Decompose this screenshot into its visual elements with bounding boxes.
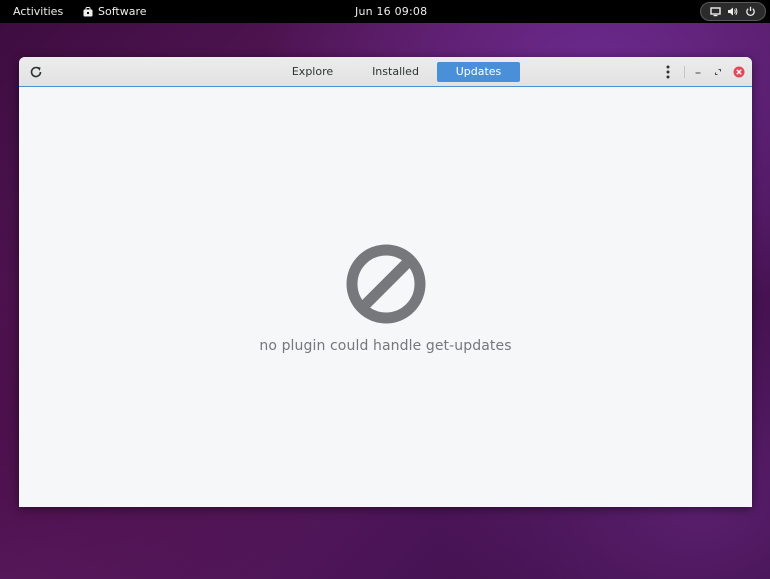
screen-icon — [710, 7, 721, 17]
updates-page: no plugin could handle get-updates — [19, 87, 752, 507]
maximize-icon[interactable] — [712, 66, 724, 78]
app-menu-label: Software — [98, 5, 147, 18]
refresh-icon[interactable] — [29, 65, 43, 79]
tab-updates[interactable]: Updates — [437, 62, 520, 82]
blocked-icon — [346, 244, 426, 324]
view-switcher: Explore Installed Updates — [271, 62, 520, 82]
power-icon — [745, 6, 755, 17]
header-separator — [684, 66, 685, 78]
top-bar: Activities Software Jun 16 09:08 — [0, 0, 770, 23]
activities-button[interactable]: Activities — [13, 5, 63, 18]
app-menu-button[interactable]: Software — [83, 5, 147, 18]
system-menu[interactable] — [700, 2, 766, 21]
close-icon[interactable] — [733, 66, 745, 78]
tab-installed[interactable]: Installed — [354, 62, 437, 82]
clock[interactable]: Jun 16 09:08 — [355, 5, 427, 18]
volume-icon — [728, 7, 738, 16]
header-bar: Explore Installed Updates — [19, 57, 752, 87]
error-message: no plugin could handle get-updates — [259, 338, 512, 354]
software-bag-icon — [83, 6, 93, 16]
software-window: Explore Installed Updates no plugin coul… — [19, 57, 752, 507]
minimize-icon[interactable] — [692, 66, 704, 78]
tab-explore[interactable]: Explore — [271, 62, 354, 82]
more-options-icon[interactable] — [664, 65, 672, 79]
